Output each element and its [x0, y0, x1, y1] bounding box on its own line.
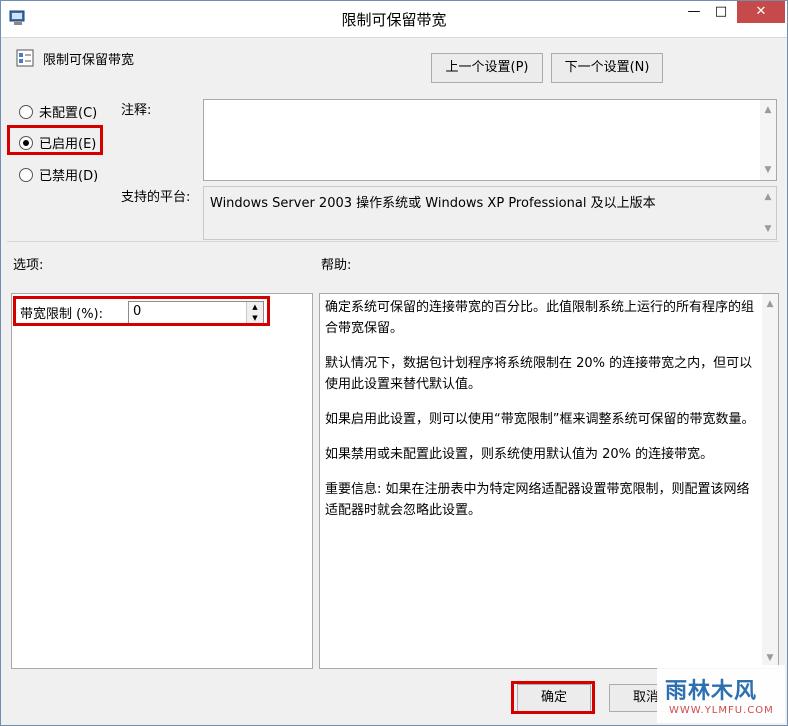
window-title: 限制可保留带宽: [341, 11, 447, 29]
scroll-down-arrow-icon[interactable]: ▼: [760, 221, 776, 237]
help-label: 帮助:: [321, 258, 352, 273]
minimize-button[interactable]: —: [681, 1, 707, 23]
maximize-button[interactable]: □: [708, 1, 734, 23]
setting-title: 限制可保留带宽: [43, 53, 135, 68]
radio-label: 已禁用(D): [39, 169, 99, 184]
help-paragraph: 如果启用此设置，则可以使用“带宽限制”框来调整系统可保留的带宽数量。: [325, 412, 755, 427]
help-paragraph: 重要信息: 如果在注册表中为特定网络适配器设置带宽限制，则配置该网络适配器时就会…: [325, 482, 750, 518]
radio-button[interactable]: [19, 104, 33, 119]
section-divider: [7, 241, 779, 242]
highlight-box-bandwidth: [13, 296, 270, 326]
options-label: 选项:: [13, 258, 44, 273]
radio-not-configured[interactable]: 未配置(C): [19, 102, 97, 122]
comment-scrollbar[interactable]: ▲ ▼: [760, 100, 776, 180]
radio-button[interactable]: [19, 167, 33, 182]
title-bar[interactable]: 限制可保留带宽 — □ ✕: [1, 1, 787, 38]
watermark-logo: 雨林木风 WWW.YLMFU.COM: [657, 665, 785, 723]
comment-label: 注释:: [121, 103, 152, 118]
options-panel: [11, 293, 313, 669]
scroll-down-arrow-icon[interactable]: ▼: [760, 162, 776, 178]
help-panel: 确定系统可保留的连接带宽的百分比。此值限制系统上运行的所有程序的组合带宽保留。 …: [319, 293, 779, 669]
help-paragraph: 确定系统可保留的连接带宽的百分比。此值限制系统上运行的所有程序的组合带宽保留。: [325, 300, 755, 336]
help-scrollbar[interactable]: ▲ ▼: [762, 294, 778, 668]
close-button[interactable]: ✕: [737, 1, 785, 23]
platform-value: Windows Server 2003 操作系统或 Windows XP Pro…: [210, 196, 656, 211]
next-setting-button[interactable]: 下一个设置(N): [551, 53, 663, 83]
scroll-up-arrow-icon[interactable]: ▲: [762, 296, 778, 312]
comment-textarea[interactable]: ▲ ▼: [203, 99, 777, 181]
platform-label: 支持的平台:: [121, 190, 191, 205]
scroll-up-arrow-icon[interactable]: ▲: [760, 102, 776, 118]
previous-setting-button[interactable]: 上一个设置(P): [431, 53, 543, 83]
highlight-box-ok: [511, 681, 595, 714]
platform-field: Windows Server 2003 操作系统或 Windows XP Pro…: [203, 186, 777, 240]
help-paragraph: 默认情况下，数据包计划程序将系统限制在 20% 的连接带宽之内，但可以使用此设置…: [325, 356, 753, 392]
scroll-down-arrow-icon[interactable]: ▼: [762, 650, 778, 666]
watermark-url-text: WWW.YLMFU.COM: [669, 705, 774, 716]
watermark-main-text: 雨林木风: [665, 679, 758, 704]
platform-scrollbar[interactable]: ▲ ▼: [760, 187, 776, 239]
highlight-box-enabled: [7, 125, 103, 155]
radio-label: 未配置(C): [39, 106, 98, 121]
radio-disabled[interactable]: 已禁用(D): [19, 165, 98, 185]
scroll-up-arrow-icon[interactable]: ▲: [760, 189, 776, 205]
help-text: 确定系统可保留的连接带宽的百分比。此值限制系统上运行的所有程序的组合带宽保留。 …: [325, 297, 757, 535]
policy-dialog-window: 限制可保留带宽 — □ ✕ 限制可保留带宽 上一个设置(P) 下一个设置(N) …: [0, 0, 788, 726]
help-paragraph: 如果禁用或未配置此设置，则系统使用默认值为 20% 的连接带宽。: [325, 447, 714, 462]
setting-icon: [16, 49, 34, 67]
